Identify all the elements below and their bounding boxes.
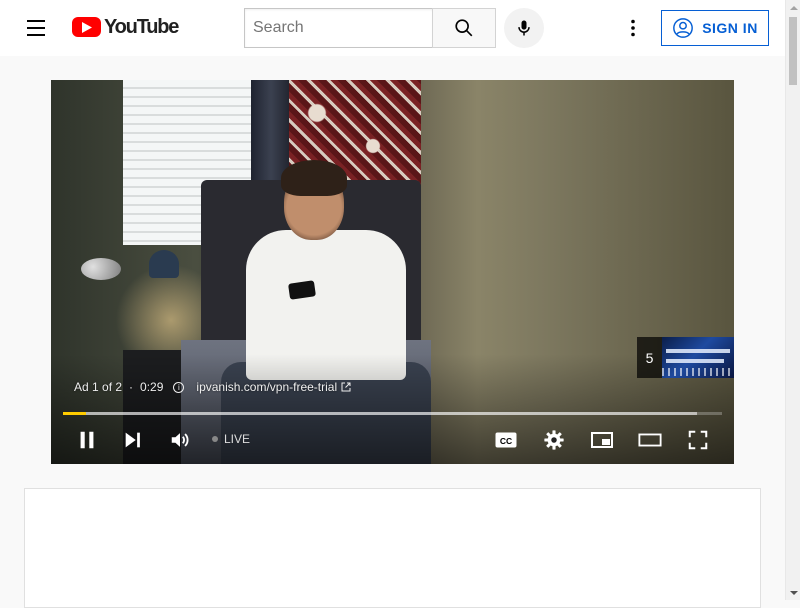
closed-captions-icon: CC [495,432,517,448]
fullscreen-button[interactable] [686,428,710,452]
video-player[interactable]: Ad 1 of 2 · 0:29 i ipvanish.com/vpn-free… [51,80,734,464]
microphone-icon [518,20,530,36]
progress-played [63,412,87,415]
miniplayer-icon [591,432,613,448]
progress-loaded [63,412,697,415]
youtube-play-icon [72,17,101,37]
progress-bar[interactable] [63,412,722,415]
voice-search-button[interactable] [504,8,544,48]
pause-button[interactable] [75,428,99,452]
scroll-down-arrow-icon[interactable] [786,585,800,600]
next-button[interactable] [121,428,145,452]
fullscreen-icon [688,430,708,450]
skip-next-icon [125,432,140,448]
miniplayer-button[interactable] [590,428,614,452]
theater-mode-button[interactable] [638,428,662,452]
live-indicator[interactable]: LIVE [212,432,250,446]
ad-time: 0:29 [140,380,164,394]
scroll-up-arrow-icon[interactable] [786,0,800,15]
hamburger-icon[interactable] [24,16,48,40]
search-input[interactable] [251,18,433,38]
live-dot [212,436,218,442]
settings-button[interactable] [542,428,566,452]
theater-mode-icon [638,433,662,447]
search-box[interactable] [244,8,433,48]
account-circle-icon [673,18,694,38]
skip-countdown: 5 [637,337,662,378]
subtitles-button[interactable]: CC [494,428,518,452]
external-link-icon [341,382,351,392]
youtube-logo[interactable]: YouTube [72,16,179,38]
volume-button[interactable] [168,428,192,452]
ad-label: Ad 1 of 2 [74,380,123,394]
volume-icon [171,433,189,447]
scrollbar-thumb[interactable] [789,17,797,85]
next-video-thumbnail [662,337,734,378]
more-vertical-icon [631,19,635,37]
gear-icon [544,430,564,450]
ad-link[interactable]: ipvanish.com/vpn-free-trial [196,380,351,394]
ad-info: Ad 1 of 2 · 0:29 i ipvanish.com/vpn-free… [74,380,351,394]
sign-in-button[interactable]: SIGN IN [661,10,769,46]
search-button[interactable] [432,8,496,48]
below-player-panel [24,488,761,608]
info-icon[interactable]: i [173,381,185,393]
more-options-button[interactable] [621,16,645,40]
live-label: LIVE [224,432,251,446]
ad-separator: · [129,380,134,394]
ad-skip-preview[interactable]: 5 [637,337,734,378]
masthead: YouTube SIGN IN [0,0,785,56]
logo-text: YouTube [104,16,179,38]
sign-in-label: SIGN IN [702,20,758,36]
pause-icon [80,431,94,449]
ad-url: ipvanish.com/vpn-free-trial [196,380,338,394]
svg-text:CC: CC [500,436,512,446]
page-scrollbar[interactable] [785,0,800,600]
search-icon [455,19,473,37]
video-frame [51,80,734,464]
player-controls: LIVE CC [51,416,734,464]
